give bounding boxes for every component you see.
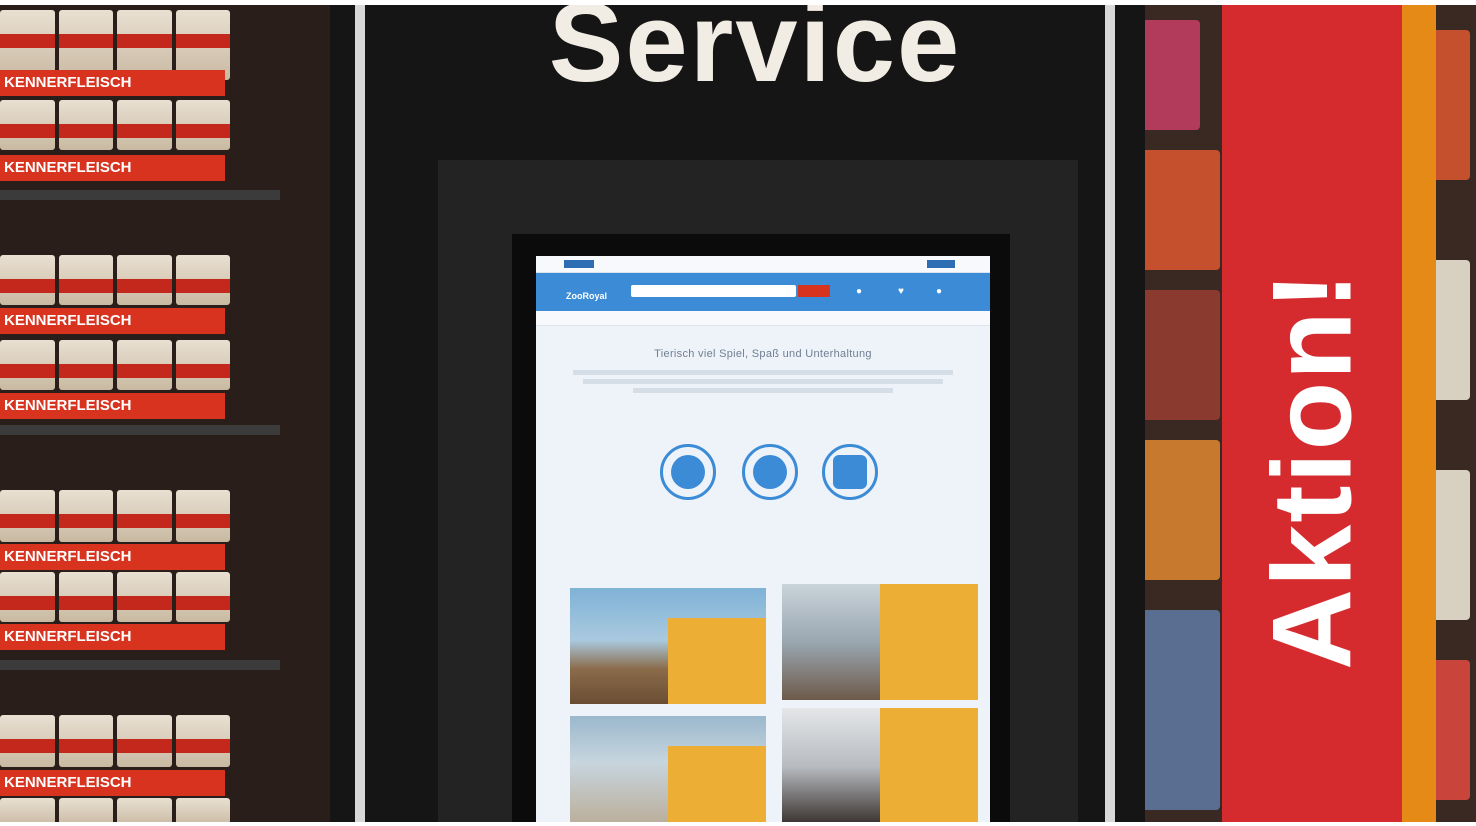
shelf-bar [0,425,280,435]
tray-label: KENNERFLEISCH [0,308,225,334]
search-input[interactable] [631,285,796,297]
can-row [0,490,230,542]
can-row [0,798,230,826]
can-row [0,572,230,622]
user-icon[interactable]: ● [854,287,864,297]
can-row [0,100,230,150]
screen-header: ZooRoyal ● ♥ ● [536,273,990,311]
tray-label: KENNERFLEISCH [0,393,225,419]
service-sign: Service [548,0,962,105]
aktion-text: Aktion! [1249,270,1375,670]
screen-headline: Tierisch viel Spiel, Spaß und Unterhaltu… [654,348,872,360]
intro-text [573,370,953,393]
topbar-button[interactable] [927,260,955,268]
promo-tile-2[interactable] [782,584,978,700]
tray-label: KENNERFLEISCH [0,155,225,181]
can-row [0,715,230,767]
shop-logo[interactable]: ZooRoyal [566,291,607,301]
left-shelf: KENNERFLEISCH KENNERFLEISCH KENNERFLEISC… [0,0,330,826]
kiosk-trim [355,0,365,826]
heart-icon[interactable]: ♥ [896,287,906,297]
tray-label: KENNERFLEISCH [0,770,225,796]
shelf-bar [0,190,280,200]
dog-icon[interactable] [660,444,716,500]
tray-label: KENNERFLEISCH [0,624,225,650]
search-button[interactable] [798,285,830,297]
cart-icon[interactable]: ● [934,287,944,297]
shelf-bar [0,660,280,670]
paw-icon[interactable] [822,444,878,500]
tray-label: KENNERFLEISCH [0,70,225,96]
can-row [0,255,230,305]
promo-badge [880,708,978,824]
topbar-badge [564,260,594,268]
category-icons [536,444,990,514]
promo-badge [668,746,766,826]
promo-tile-4[interactable] [782,708,978,824]
tray-label: KENNERFLEISCH [0,544,225,570]
promo-tile-3[interactable] [570,716,766,826]
promo-tile-1[interactable] [570,588,766,704]
banner-edge [1400,4,1436,826]
can-row [0,340,230,390]
cat-icon[interactable] [742,444,798,500]
kiosk-screen[interactable]: ZooRoyal ● ♥ ● Tierisch viel Spiel, Spaß… [536,256,990,826]
screen-topbar [536,256,990,273]
store-scene: KENNERFLEISCH KENNERFLEISCH KENNERFLEISC… [0,0,1476,826]
category-navbar[interactable] [536,311,990,326]
kiosk-trim [1105,0,1115,826]
promo-badge [880,584,978,700]
promo-badge [668,618,766,704]
